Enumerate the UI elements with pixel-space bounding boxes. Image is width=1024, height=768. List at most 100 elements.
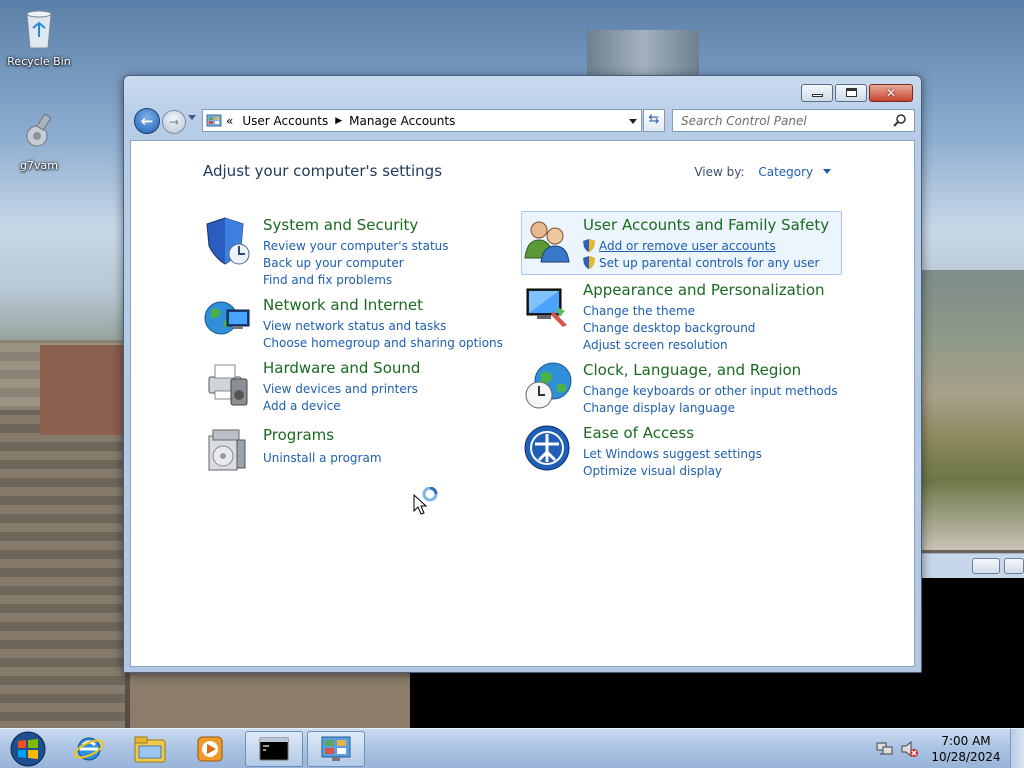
desktop-icon-label: Recycle Bin	[7, 55, 71, 68]
users-icon	[524, 221, 570, 263]
desktop-icon-label: g7vam	[20, 159, 58, 172]
ease-of-access-icon	[524, 425, 570, 471]
minimize-button[interactable]	[801, 84, 833, 102]
show-desktop-button[interactable]	[1010, 729, 1024, 768]
desktop-icon-shortcut[interactable]: g7vam	[1, 110, 77, 172]
category-title[interactable]: Ease of Access	[583, 424, 694, 442]
background-window-minimize-button[interactable]	[972, 558, 1000, 574]
monitor-paint-icon	[526, 288, 567, 327]
arrow-left-icon: ←	[140, 112, 154, 130]
page-title: Adjust your computer's settings	[203, 162, 443, 180]
link-devices-printers[interactable]: View devices and printers	[263, 381, 418, 398]
taskbar: 7:00 AM 10/28/2024	[0, 728, 1024, 768]
internet-explorer-icon	[74, 737, 104, 761]
background-ground	[130, 672, 410, 728]
navigation-bar: ← → « User Accounts ▶ Manage Accounts ⇆ …	[132, 107, 915, 135]
category-hardware-and-sound: Hardware and Sound View devices and prin…	[203, 359, 523, 414]
address-bar[interactable]: « User Accounts ▶ Manage Accounts	[202, 109, 642, 132]
volume-muted-icon[interactable]	[900, 740, 918, 758]
printer-icon	[208, 364, 248, 406]
maximize-button[interactable]	[835, 84, 867, 102]
link-review-status[interactable]: Review your computer's status	[263, 238, 449, 255]
busy-cursor-icon	[413, 487, 438, 515]
search-icon[interactable]	[893, 114, 906, 127]
address-dropdown-icon[interactable]	[629, 119, 637, 124]
close-icon: ✕	[885, 86, 897, 100]
link-desktop-background[interactable]: Change desktop background	[583, 320, 755, 337]
clock[interactable]: 7:00 AM 10/28/2024	[926, 733, 1006, 765]
desktop-icon-recycle-bin[interactable]: Recycle Bin	[1, 6, 77, 68]
link-label: Set up parental controls for any user	[599, 256, 820, 270]
category-programs: Programs Uninstall a program	[203, 426, 523, 476]
clock-date: 10/28/2024	[931, 750, 1001, 764]
link-homegroup-sharing[interactable]: Choose homegroup and sharing options	[263, 335, 503, 352]
start-button[interactable]	[4, 730, 52, 768]
category-title[interactable]: User Accounts and Family Safety	[583, 216, 829, 234]
background-window-maximize-button[interactable]	[1004, 558, 1024, 574]
search-input[interactable]: Search Control Panel	[681, 114, 807, 128]
link-windows-suggest-settings[interactable]: Let Windows suggest settings	[583, 446, 762, 463]
back-button[interactable]: ←	[134, 108, 160, 134]
link-add-remove-user-accounts[interactable]: Add or remove user accounts	[583, 238, 819, 255]
refresh-icon: ⇆	[648, 112, 660, 127]
programs-icon	[208, 429, 246, 471]
breadcrumb-overflow[interactable]: «	[226, 114, 233, 128]
category-links: View devices and printers Add a device	[263, 381, 418, 415]
link-optimize-visual-display[interactable]: Optimize visual display	[583, 463, 762, 480]
taskbar-internet-explorer[interactable]	[60, 731, 118, 767]
category-links: Change keyboards or other input methods …	[583, 383, 838, 417]
breadcrumb-separator-icon[interactable]: ▶	[335, 116, 342, 126]
view-by: View by: Category	[694, 165, 831, 179]
link-change-keyboards[interactable]: Change keyboards or other input methods	[583, 383, 838, 400]
category-title[interactable]: Appearance and Personalization	[583, 281, 825, 299]
category-system-and-security: System and Security Review your computer…	[203, 216, 523, 289]
forward-button[interactable]: →	[162, 110, 186, 134]
uac-shield-icon	[583, 256, 595, 269]
link-parental-controls[interactable]: Set up parental controls for any user	[583, 255, 819, 272]
caption-buttons: ✕	[801, 84, 913, 102]
link-change-theme[interactable]: Change the theme	[583, 303, 755, 320]
control-panel-icon	[321, 736, 351, 761]
link-uninstall-program[interactable]: Uninstall a program	[263, 450, 382, 467]
taskbar-control-panel[interactable]	[307, 731, 365, 767]
link-find-fix-problems[interactable]: Find and fix problems	[263, 272, 449, 289]
refresh-button[interactable]: ⇆	[643, 109, 665, 132]
close-button[interactable]: ✕	[869, 84, 913, 102]
link-add-device[interactable]: Add a device	[263, 398, 418, 415]
command-prompt-icon	[259, 737, 289, 761]
control-panel-icon	[206, 114, 222, 126]
category-title[interactable]: Network and Internet	[263, 296, 423, 314]
maximize-icon	[846, 88, 857, 97]
taskbar-windows-explorer[interactable]	[121, 731, 179, 767]
network-icon[interactable]	[876, 740, 894, 758]
arrow-right-icon: →	[168, 115, 180, 129]
category-links: Review your computer's status Back up yo…	[263, 238, 449, 289]
search-box[interactable]: Search Control Panel	[672, 109, 915, 132]
category-title[interactable]: Clock, Language, and Region	[583, 361, 801, 379]
view-by-dropdown[interactable]: Category	[758, 165, 813, 179]
category-links: Change the theme Change desktop backgrou…	[583, 303, 755, 354]
link-display-language[interactable]: Change display language	[583, 400, 838, 417]
category-appearance-personalization: Appearance and Personalization Change th…	[523, 281, 843, 352]
clock-globe-icon	[525, 362, 572, 409]
content-pane: Adjust your computer's settings View by:…	[130, 140, 915, 667]
breadcrumb-item-manage-accounts[interactable]: Manage Accounts	[349, 114, 455, 128]
link-back-up[interactable]: Back up your computer	[263, 255, 449, 272]
category-user-accounts-family-safety: User Accounts and Family Safety Add or r…	[523, 216, 843, 276]
view-by-label: View by:	[694, 165, 745, 179]
link-view-network-status[interactable]: View network status and tasks	[263, 318, 503, 335]
link-screen-resolution[interactable]: Adjust screen resolution	[583, 337, 755, 354]
category-title[interactable]: Programs	[263, 426, 334, 444]
category-links: Uninstall a program	[263, 450, 382, 467]
control-panel-window: ✕ ← → « User Accounts ▶ Manage Accounts …	[123, 75, 922, 673]
windows-explorer-icon	[134, 736, 166, 763]
category-title[interactable]: Hardware and Sound	[263, 359, 420, 377]
taskbar-media-player[interactable]	[181, 731, 239, 767]
chevron-down-icon[interactable]	[823, 169, 831, 174]
recent-pages-dropdown-icon[interactable]	[188, 115, 196, 120]
taskbar-command-prompt[interactable]	[245, 731, 303, 767]
breadcrumb-item-user-accounts[interactable]: User Accounts	[242, 114, 328, 128]
category-title[interactable]: System and Security	[263, 216, 418, 234]
link-label: Add or remove user accounts	[599, 239, 776, 253]
category-clock-language-region: Clock, Language, and Region Change keybo…	[523, 361, 843, 416]
